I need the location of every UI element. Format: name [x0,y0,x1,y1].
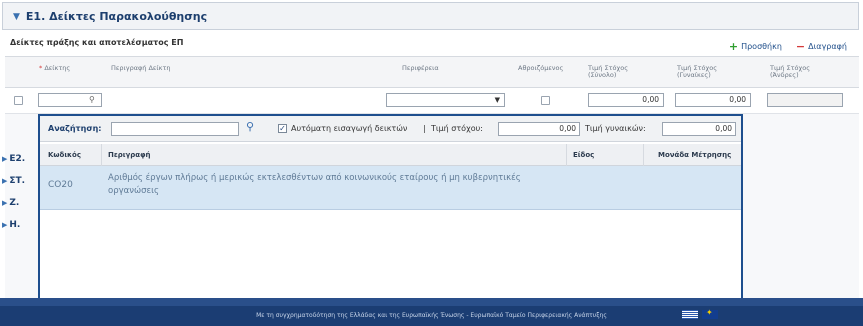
header-indicator[interactable]: * Δείκτης [39,65,70,72]
table-row[interactable]: CO20 Αριθμός έργων πλήρως ή μερικώς εκτε… [40,166,741,210]
target-value-input[interactable]: 0,00 [498,122,580,136]
auto-insert-label: Αυτόματη εισαγωγή δεικτών [291,124,408,133]
delete-button[interactable]: − Διαγραφή [795,39,847,53]
target-women-input[interactable]: 0,00 [675,93,751,107]
header-target-men[interactable]: Τιμή Στόχος (Άνδρες) [770,65,810,79]
expand-triangle-icon: ▶ [2,177,8,185]
footer-band [0,298,863,306]
greek-flag-icon [682,310,698,319]
cumulative-checkbox[interactable] [541,96,550,105]
section-title-text: Ε1. Δείκτες Παρακολούθησης [25,10,208,23]
auto-insert-checkbox[interactable]: ✓ [278,124,287,133]
collapsed-section-h[interactable]: ▶ Η. [0,220,40,236]
row-checkbox[interactable] [14,96,23,105]
delete-label: Διαγραφή [808,42,847,51]
search-label: Αναζήτηση: [48,124,102,133]
header-target-women[interactable]: Τιμή Στόχος (Γυναίκες) [677,65,717,79]
collapse-triangle-icon[interactable]: ▼ [13,12,20,22]
footer-text: Με τη συγχρηματοδότηση της Ελλάδας και τ… [256,312,607,319]
eu-flag-icon [702,308,718,319]
section-title[interactable]: ▼ Ε1. Δείκτες Παρακολούθησης [13,10,207,23]
row-code: CO20 [48,180,73,190]
expand-triangle-icon: ▶ [2,155,8,163]
header-cumulative[interactable]: Αθροιζόμενος [518,65,563,72]
target-men-input[interactable] [767,93,843,107]
required-marker: * [39,64,43,72]
popup-table-header: Κωδικός Περιγραφή Είδος Μονάδα Μέτρησης [40,144,741,166]
collapsed-section-st[interactable]: ▶ ΣΤ. [0,176,40,192]
search-icon[interactable]: ⚲ [89,95,95,104]
target-value-label: Τιμή στόχου: [431,124,483,133]
col-code[interactable]: Κωδικός [48,151,81,159]
collapsed-section-z[interactable]: ▶ Ζ. [0,198,40,214]
col-description[interactable]: Περιγραφή [108,151,151,159]
col-type[interactable]: Είδος [573,151,594,159]
indicator-lookup-popup: Αναζήτηση: ⚲ ✓ Αυτόματη εισαγωγή δεικτών… [38,114,743,304]
add-label: Προσθήκη [741,42,782,51]
minus-icon: − [795,39,806,53]
region-select[interactable]: ▼ [386,93,505,107]
footer: Με τη συγχρηματοδότηση της Ελλάδας και τ… [0,306,863,326]
add-button[interactable]: + Προσθήκη [728,39,782,53]
subsection-title: Δείκτες πράξης και αποτελέσματος ΕΠ [10,38,184,47]
women-value-label: Τιμή γυναικών: [585,124,646,133]
row-description: Αριθμός έργων πλήρως ή μερικώς εκτελεσθέ… [108,173,521,196]
grid-header: * Δείκτης Περιγραφή Δείκτη Περιφέρεια Αθ… [5,56,859,88]
plus-icon: + [728,39,739,53]
grid-actions: + Προσθήκη − Διαγραφή [728,39,847,53]
header-target-total[interactable]: Τιμή Στόχος (Σύνολο) [588,65,628,79]
edit-row: ⚲ ▼ 0,00 0,00 [5,88,859,114]
target-total-input[interactable]: 0,00 [588,93,664,107]
search-icon[interactable]: ⚲ [246,120,254,133]
chevron-down-icon: ▼ [494,96,500,104]
popup-search-bar: Αναζήτηση: ⚲ ✓ Αυτόματη εισαγωγή δεικτών… [40,116,741,142]
section-header[interactable]: ▼ Ε1. Δείκτες Παρακολούθησης [2,2,859,30]
header-description[interactable]: Περιγραφή Δείκτη [111,65,170,72]
women-value-input[interactable]: 0,00 [662,122,736,136]
collapsed-section-e2[interactable]: ▶ Ε2. [0,154,40,170]
expand-triangle-icon: ▶ [2,199,8,207]
header-region[interactable]: Περιφέρεια [402,65,439,72]
search-input[interactable] [111,122,239,136]
separator: | [423,124,426,133]
col-unit[interactable]: Μονάδα Μέτρησης [658,151,731,159]
expand-triangle-icon: ▶ [2,221,8,229]
